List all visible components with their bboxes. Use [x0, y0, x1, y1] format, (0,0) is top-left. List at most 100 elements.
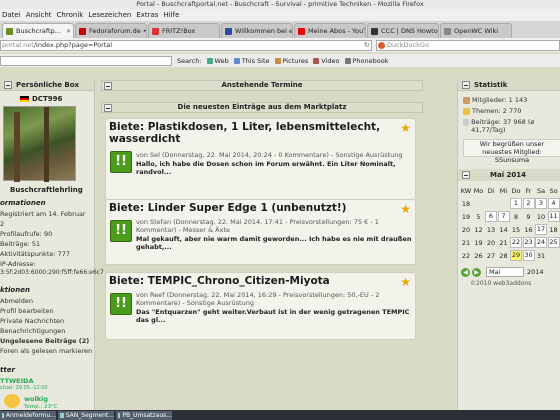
- tab-fritzbox[interactable]: FRITZ!Box: [148, 23, 220, 38]
- menu-datei[interactable]: Datei: [2, 11, 21, 19]
- marketplace-entry: Biete: TEMPIC_Chrono_Citizen-Miyota ★ !!…: [105, 272, 416, 340]
- calendar-day[interactable]: 12: [473, 226, 485, 234]
- calendar-day[interactable]: 27: [485, 252, 497, 260]
- collapse-icon[interactable]: [462, 171, 470, 179]
- bookmark-pictures[interactable]: Pictures: [274, 57, 308, 65]
- calendar-day[interactable]: 2: [522, 198, 535, 209]
- tab-buschcraft[interactable]: Buschcraftp... ✕: [2, 23, 74, 38]
- collapse-icon[interactable]: [104, 104, 112, 112]
- action-notifications[interactable]: Benachrichtigungen: [0, 327, 65, 335]
- close-icon[interactable]: ✕: [66, 25, 71, 38]
- calendar-day[interactable]: 20: [485, 239, 497, 247]
- calendar-day[interactable]: 17: [535, 224, 547, 235]
- entry-title[interactable]: Biete: Plastikdosen, 1 Liter, lebensmitt…: [109, 121, 399, 145]
- taskbar-item[interactable]: Anmeldeformu...: [0, 410, 56, 420]
- tab-willkommen[interactable]: Willkommen bei e...: [221, 23, 293, 38]
- username[interactable]: DCT996: [20, 95, 62, 103]
- tab-fedoraforum[interactable]: Fedoraforum.de •...: [75, 23, 147, 38]
- next-month-icon[interactable]: ▶: [472, 267, 481, 277]
- main-content: Anstehende Termine Die neuesten Einträge…: [101, 80, 423, 410]
- entry-title[interactable]: Biete: TEMPIC_Chrono_Citizen-Miyota: [109, 275, 399, 287]
- calendar-day[interactable]: 7: [497, 211, 510, 222]
- menu-hilfe[interactable]: Hilfe: [163, 11, 179, 19]
- calendar-grid: KW Mo Di Mi Do Fr Sa So 18 1 2 3 4 19 5 6 7 8 9 10 11 20 12…: [460, 184, 560, 262]
- bookmark-video[interactable]: Video: [313, 57, 340, 65]
- menu-lesezeichen[interactable]: Lesezeichen: [88, 11, 131, 19]
- toolbar-search-input[interactable]: [0, 55, 172, 66]
- newest-member-notice: Wir begrüßen unser neuestes Mitglied: SS…: [463, 139, 560, 164]
- calendar-day[interactable]: 10: [535, 213, 547, 221]
- stat-posts: Beiträge: 37 968 (ø 41,77/Tag): [463, 118, 559, 134]
- month-select[interactable]: Mai: [486, 267, 524, 277]
- calendar-day[interactable]: 15: [510, 226, 522, 234]
- entry-status-icon: !!: [110, 151, 132, 173]
- posts-icon: [463, 119, 470, 126]
- calendar-day[interactable]: 9: [523, 213, 535, 221]
- bookmark-phonebook[interactable]: Phonebook: [344, 57, 388, 65]
- action-mark-read[interactable]: Foren als gelesen markieren: [0, 347, 92, 355]
- menu-chronik[interactable]: Chronik: [57, 11, 84, 19]
- calendar-day[interactable]: 5: [473, 213, 485, 221]
- calendar-day[interactable]: 3: [535, 198, 547, 209]
- taskbar-item[interactable]: SAN_Segment...: [58, 410, 114, 420]
- calendar-day[interactable]: 8: [510, 213, 522, 221]
- calendar-day[interactable]: 13: [485, 226, 497, 234]
- entry-text: Mal gekauft, aber nie warm damit geworde…: [136, 235, 412, 251]
- favicon-icon: [298, 27, 305, 35]
- bookmark-this-site[interactable]: This Site: [233, 57, 270, 65]
- star-icon[interactable]: ★: [400, 122, 411, 134]
- taskbar-item[interactable]: PB_Umsatzaus...: [116, 410, 172, 420]
- upcoming-events-header: Anstehende Termine: [101, 80, 423, 91]
- action-unread-posts[interactable]: Ungelesene Beiträge (2): [0, 337, 89, 345]
- calendar-day[interactable]: 25: [547, 237, 560, 248]
- reload-icon[interactable]: ↻: [364, 41, 370, 49]
- year-select[interactable]: 2014: [527, 268, 544, 276]
- collapse-icon[interactable]: [104, 82, 112, 90]
- action-private-messages[interactable]: Private Nachrichten: [0, 317, 64, 325]
- search-input[interactable]: DuckDuckGo: [376, 40, 560, 51]
- favicon-icon: [371, 27, 378, 35]
- calendar-day[interactable]: 24: [535, 237, 547, 248]
- calendar-day[interactable]: 22: [510, 237, 522, 248]
- statistics-box: Statistik Mitglieder: 1 143 Themen: 2 77…: [457, 80, 560, 410]
- menu-extras[interactable]: Extras: [136, 11, 158, 19]
- tab-openwc[interactable]: OpenWC Wiki: [440, 23, 512, 38]
- action-edit-profile[interactable]: Profil bearbeiten: [0, 307, 54, 315]
- info-line: Aktivitätspunkte: 777: [0, 250, 71, 258]
- calendar-day[interactable]: 14: [498, 226, 510, 234]
- calendar-day[interactable]: 28: [498, 252, 510, 260]
- calendar-day[interactable]: 18: [548, 226, 560, 234]
- action-logout[interactable]: Abmelden: [0, 297, 33, 305]
- info-line: 2: [0, 220, 5, 228]
- bookmark-web[interactable]: Web: [206, 57, 229, 65]
- calendar-day[interactable]: 11: [547, 211, 560, 222]
- collapse-icon[interactable]: [4, 81, 12, 89]
- calendar-day[interactable]: 21: [498, 239, 510, 247]
- calendar-day[interactable]: 19: [473, 239, 485, 247]
- bookmarks-toolbar: Search: Web This Site Pictures Video Pho…: [0, 54, 560, 67]
- user-rank: Buschcraftlehrling: [10, 186, 83, 194]
- calendar-day[interactable]: 4: [547, 198, 560, 209]
- calendar-day[interactable]: 30: [522, 250, 535, 261]
- favicon-icon: [79, 27, 86, 35]
- prev-month-icon[interactable]: ◀: [461, 267, 470, 277]
- collapse-icon[interactable]: [462, 81, 470, 89]
- marketplace-entry: Biete: Linder Super Edge 1 (unbenutzt!) …: [105, 199, 416, 265]
- tab-ccc[interactable]: CCC | DNS Howto: [367, 23, 439, 38]
- star-icon[interactable]: ★: [400, 276, 411, 288]
- avatar[interactable]: [3, 106, 76, 182]
- calendar-day[interactable]: 23: [522, 237, 535, 248]
- entry-title[interactable]: Biete: Linder Super Edge 1 (unbenutzt!): [109, 202, 399, 214]
- calendar-day-today[interactable]: 29: [510, 250, 522, 261]
- calendar-day[interactable]: 1: [510, 198, 522, 209]
- app-icon: [60, 412, 64, 418]
- calendar-day[interactable]: 31: [535, 252, 547, 260]
- star-icon[interactable]: ★: [400, 203, 411, 215]
- calendar-day[interactable]: 16: [523, 226, 535, 234]
- menu-ansicht[interactable]: Ansicht: [26, 11, 52, 19]
- url-bar[interactable]: portal.net/index.php?page=Portal: [0, 40, 372, 51]
- tab-youtube[interactable]: Meine Abos - YouT...: [294, 23, 366, 38]
- calendar-day[interactable]: 6: [485, 211, 497, 222]
- app-icon: [118, 412, 121, 418]
- calendar-day[interactable]: 26: [473, 252, 485, 260]
